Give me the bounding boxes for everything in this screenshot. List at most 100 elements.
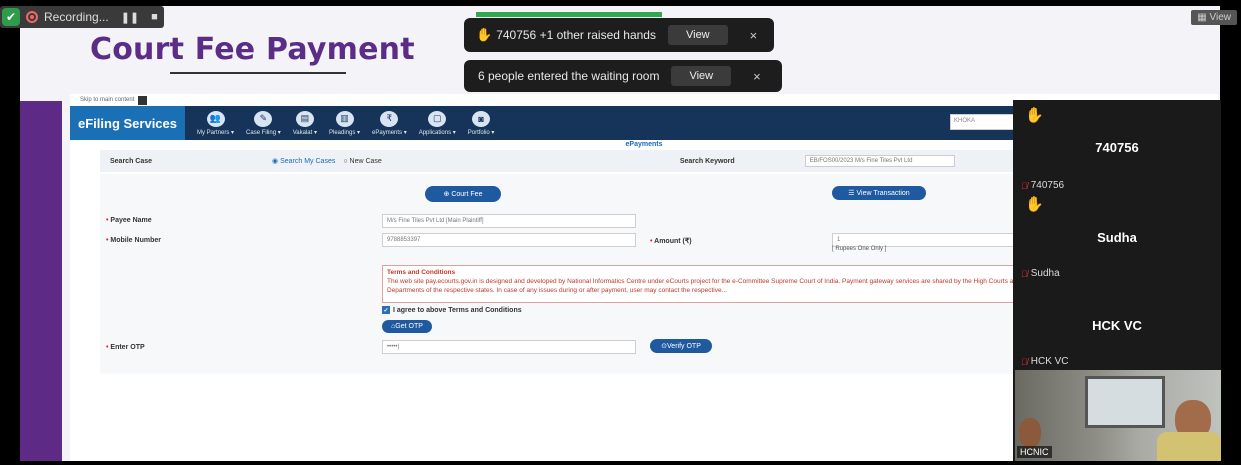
notification-text: 740756 +1 other raised hands: [496, 28, 656, 42]
radio-my-cases[interactable]: ◉ Search My Cases: [272, 157, 335, 165]
recording-label: Recording...: [44, 10, 109, 24]
view-options-button[interactable]: ▦ View: [1191, 10, 1237, 25]
mic-muted-icon: 🎙̸: [1021, 356, 1028, 367]
button-label: Verify OTP: [667, 342, 701, 350]
video-name-label: HCNIC: [1017, 446, 1052, 458]
participant-name: HCK VC: [1030, 356, 1069, 367]
button-label: View Transaction: [856, 189, 910, 197]
waiting-room-notification: 6 people entered the waiting room View ×: [464, 60, 782, 92]
verify-otp-button[interactable]: ⊙ Verify OTP: [650, 339, 712, 353]
terms-text: The web site pay.ecourts.gov.in is desig…: [387, 278, 1083, 294]
view-hands-button[interactable]: View: [667, 25, 728, 45]
amount-label: • Amount (₹): [650, 238, 692, 245]
application-icon: ▢: [428, 110, 447, 127]
screen-share-indicator: [476, 12, 662, 17]
mic-muted-icon: 🎙̸: [1021, 268, 1028, 279]
participant-name-large: 740756: [1095, 140, 1139, 155]
document-icon: ▤: [295, 110, 314, 127]
stop-button[interactable]: ■: [151, 11, 158, 23]
record-icon: [26, 11, 38, 23]
close-icon[interactable]: ×: [753, 69, 761, 84]
participant-tile[interactable]: 🎙̸ Sudha: [1021, 268, 1060, 279]
participant-name: Sudha: [1030, 268, 1060, 279]
search-case-label: Search Case: [110, 157, 153, 165]
otp-label: • Enter OTP: [106, 344, 145, 351]
participant-name-large: HCK VC: [1092, 318, 1142, 333]
nav-label: ePayments ▾: [372, 129, 407, 136]
terms-box: Terms and Conditions The web site pay.ec…: [382, 265, 1110, 303]
checkbox-icon[interactable]: ✓: [382, 306, 390, 314]
nav-label: Case Filing ▾: [246, 129, 281, 136]
button-label: Court Fee: [451, 190, 483, 198]
payee-label: • Payee Name: [106, 217, 152, 224]
get-otp-button[interactable]: ⌂ Get OTP: [382, 320, 432, 333]
video-person-body: [1157, 432, 1221, 461]
amount-in-words: [ Rupees One Only ]: [832, 246, 887, 252]
pleadings-icon: ▥: [335, 110, 354, 127]
slide-title: Court Fee Payment: [90, 32, 415, 67]
title-underline: [170, 72, 346, 74]
raised-hand-icon: ✋: [476, 27, 493, 42]
search-keyword-input[interactable]: EB/FOS00/2023 M/s Fine Tiles Pvt Ltd: [804, 155, 955, 167]
radio-label: Search My Cases: [280, 158, 336, 165]
court-fee-button[interactable]: ⊕ Court Fee: [425, 186, 501, 202]
notification-text: 6 people entered the waiting room: [478, 69, 660, 83]
mobile-label: • Mobile Number: [106, 237, 161, 244]
nav-vakalat[interactable]: ▤ Vakalat ▾: [293, 110, 317, 136]
accessibility-icon[interactable]: [138, 95, 148, 105]
label-text: Enter OTP: [110, 344, 145, 351]
label-text: Amount (₹): [654, 238, 692, 245]
nav-portfolio[interactable]: ◙ Portfolio ▾: [467, 110, 495, 136]
payee-select[interactable]: M/s Fine Tiles Pvt Ltd [Main Plaintiff]: [382, 214, 636, 228]
nav-label: Pleadings ▾: [328, 129, 361, 136]
participant-tile[interactable]: 🎙̸ HCK VC: [1021, 356, 1069, 367]
radio-new-case[interactable]: ○ New Case: [343, 158, 381, 165]
file-icon: ✎: [254, 110, 273, 127]
raised-hand-icon: ✋: [1025, 107, 1044, 124]
video-window: [1085, 376, 1165, 428]
nav-label: Portfolio ▾: [467, 129, 495, 136]
agree-label: I agree to above Terms and Conditions: [393, 306, 522, 314]
amount-input[interactable]: 1: [832, 233, 1032, 247]
mic-muted-icon: 🎙̸: [1021, 180, 1028, 191]
terms-heading: Terms and Conditions: [387, 269, 456, 276]
nav-label: Applications ▾: [418, 129, 456, 136]
otp-input[interactable]: •••••|: [382, 340, 636, 354]
nav-case-filing[interactable]: ✎ Case Filing ▾: [246, 110, 281, 136]
nav-pleadings[interactable]: ▥ Pleadings ▾: [328, 110, 361, 136]
participant-video[interactable]: HCNIC: [1015, 370, 1221, 461]
agree-checkbox[interactable]: ✓ I agree to above Terms and Conditions: [382, 306, 522, 314]
view-waiting-button[interactable]: View: [671, 66, 732, 86]
mobile-input[interactable]: 9788853397: [382, 233, 636, 247]
brand[interactable]: eFiling Services: [70, 106, 185, 140]
grid-icon: ▦: [1197, 12, 1210, 23]
participant-name: 740756: [1030, 180, 1065, 191]
raised-hands-notification: ✋ 740756 +1 other raised hands View ×: [464, 18, 774, 52]
view-transaction-button[interactable]: ☰ View Transaction: [832, 186, 926, 200]
view-label: View: [1209, 12, 1232, 23]
participant-tile[interactable]: 🎙̸ 740756: [1021, 180, 1064, 191]
nav-applications[interactable]: ▢ Applications ▾: [418, 110, 456, 136]
label-text: Mobile Number: [110, 237, 161, 244]
partners-icon: 👥: [206, 110, 225, 127]
rupee-icon: ⊕: [443, 191, 452, 198]
search-keyword-label: Search Keyword: [679, 157, 735, 165]
search-row: Search Case ◉ Search My Cases ○ New Case…: [100, 150, 1110, 172]
nav-epayments[interactable]: ₹ ePayments ▾: [372, 110, 407, 136]
video-person: [1019, 418, 1041, 448]
slide-left-band: [20, 101, 62, 461]
portfolio-icon: ◙: [472, 110, 491, 127]
pause-button[interactable]: ❚❚: [121, 11, 139, 24]
skip-link[interactable]: Skip to main content: [80, 97, 134, 103]
label-text: Payee Name: [110, 217, 152, 224]
close-icon[interactable]: ×: [750, 28, 758, 43]
nav-my-partners[interactable]: 👥 My Partners ▾: [197, 110, 235, 136]
participant-name-large: Sudha: [1097, 230, 1137, 245]
skip-bar: Skip to main content: [80, 94, 148, 106]
raised-hand-icon: ✋: [1025, 196, 1044, 213]
list-icon: ☰: [848, 190, 857, 197]
nav-label: My Partners ▾: [197, 129, 235, 136]
recording-bar: ✔ Recording... ❚❚ ■: [0, 6, 164, 28]
payment-icon: ₹: [380, 110, 399, 127]
shield-icon: ✔: [2, 8, 20, 26]
